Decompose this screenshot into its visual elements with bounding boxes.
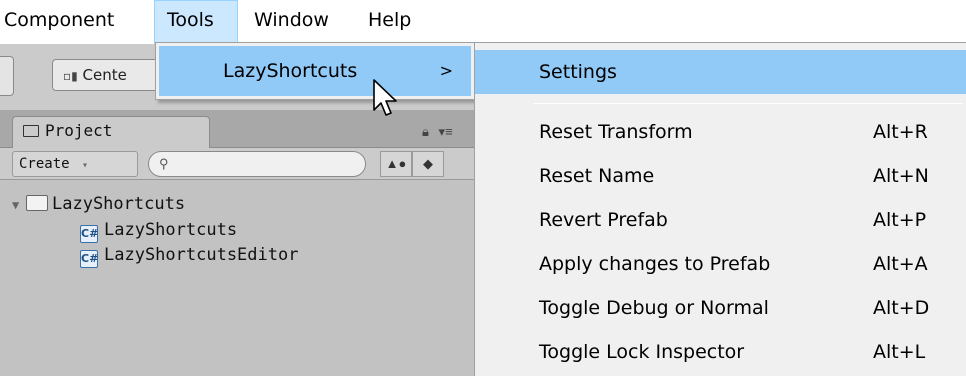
shortcut-label: Alt+R xyxy=(873,121,928,143)
search-icon: ⚲ xyxy=(159,156,169,171)
tree-folder-lazyshortcuts[interactable]: ▼ LazyShortcuts xyxy=(12,192,185,216)
menu-bar: Component Tools Window Help xyxy=(0,0,966,44)
tree-item-label: LazyShortcutsEditor xyxy=(104,245,299,265)
folder-icon xyxy=(23,125,39,137)
submenu-item-reset-name[interactable]: Reset Name Alt+N xyxy=(475,154,966,198)
tools-menu: LazyShortcuts > xyxy=(155,42,475,100)
pivot-center-button[interactable]: ▫▮ Cente xyxy=(52,59,172,91)
project-toolbar: Create ▾ ⚲ ▲● ◆ xyxy=(0,148,490,180)
submenu-item-revert-prefab[interactable]: Revert Prefab Alt+P xyxy=(475,198,966,242)
menu-tools[interactable]: Tools xyxy=(154,0,238,44)
tree-script-lazyshortcuts[interactable]: C# LazyShortcuts xyxy=(80,218,238,243)
lazyshortcuts-submenu: Settings Reset Transform Alt+R Reset Nam… xyxy=(474,42,966,376)
submenu-item-reset-transform[interactable]: Reset Transform Alt+R xyxy=(475,110,966,154)
csharp-script-icon: C# xyxy=(80,250,98,268)
menu-separator xyxy=(533,103,963,104)
tree-script-lazyshortcutseditor[interactable]: C# LazyShortcutsEditor xyxy=(80,243,299,268)
pivot-center-label: Cente xyxy=(82,66,127,84)
submenu-item-toggle-lock[interactable]: Toggle Lock Inspector Alt+L xyxy=(475,330,966,374)
tab-project[interactable]: Project xyxy=(12,116,210,148)
panel-tab-bar: Project 🔒︎ ▾≡ xyxy=(0,110,490,148)
shortcut-label: Alt+P xyxy=(873,209,927,231)
submenu-item-label: Apply changes to Prefab xyxy=(539,253,771,275)
project-panel: Project 🔒︎ ▾≡ Create ▾ ⚲ ▲● ◆ ▼ LazyShort… xyxy=(0,110,490,376)
folder-icon xyxy=(26,195,48,211)
submenu-item-label: Settings xyxy=(539,61,617,83)
submenu-chevron-icon: > xyxy=(439,61,453,80)
submenu-item-label: Toggle Lock Inspector xyxy=(539,341,745,363)
shortcut-label: Alt+L xyxy=(873,341,926,363)
tab-options: 🔒︎ ▾≡ xyxy=(422,124,453,140)
pivot-icon: ▫▮ xyxy=(63,69,78,83)
expand-arrow-icon[interactable]: ▼ xyxy=(12,193,26,217)
toolbar-left-button[interactable] xyxy=(0,56,14,96)
project-search-input[interactable]: ⚲ xyxy=(148,151,366,177)
shortcut-label: Alt+D xyxy=(873,297,930,319)
submenu-item-label: Toggle Debug or Normal xyxy=(539,297,769,319)
shortcut-label: Alt+A xyxy=(873,253,928,275)
tab-project-label: Project xyxy=(45,121,113,140)
submenu-item-label: Reset Name xyxy=(539,165,655,187)
submenu-item-label: Reset Transform xyxy=(539,121,693,143)
submenu-item-settings[interactable]: Settings xyxy=(475,50,966,94)
csharp-script-icon: C# xyxy=(80,225,98,243)
submenu-item-label: Revert Prefab xyxy=(539,209,668,231)
lock-icon[interactable]: 🔒︎ xyxy=(422,124,429,139)
dropdown-arrow-icon: ▾ xyxy=(82,160,89,171)
filter-by-label-icon[interactable]: ◆ xyxy=(412,151,444,177)
submenu-item-toggle-debug[interactable]: Toggle Debug or Normal Alt+D xyxy=(475,286,966,330)
menu-window[interactable]: Window xyxy=(252,0,331,44)
create-label: Create xyxy=(19,156,70,172)
shortcut-label: Alt+N xyxy=(873,165,929,187)
menu-item-label: LazyShortcuts xyxy=(223,60,358,82)
tree-item-label: LazyShortcuts xyxy=(52,194,186,214)
menu-component[interactable]: Component xyxy=(2,0,116,44)
submenu-item-apply-prefab[interactable]: Apply changes to Prefab Alt+A xyxy=(475,242,966,286)
filter-by-type-icon[interactable]: ▲● xyxy=(380,151,412,177)
create-dropdown[interactable]: Create ▾ xyxy=(12,151,138,177)
tree-item-label: LazyShortcuts xyxy=(104,220,238,240)
tools-menu-item-lazyshortcuts[interactable]: LazyShortcuts > xyxy=(159,46,471,96)
menu-lines-icon[interactable]: ▾≡ xyxy=(439,124,453,139)
menu-help[interactable]: Help xyxy=(366,0,413,44)
mouse-cursor-icon xyxy=(373,79,397,116)
